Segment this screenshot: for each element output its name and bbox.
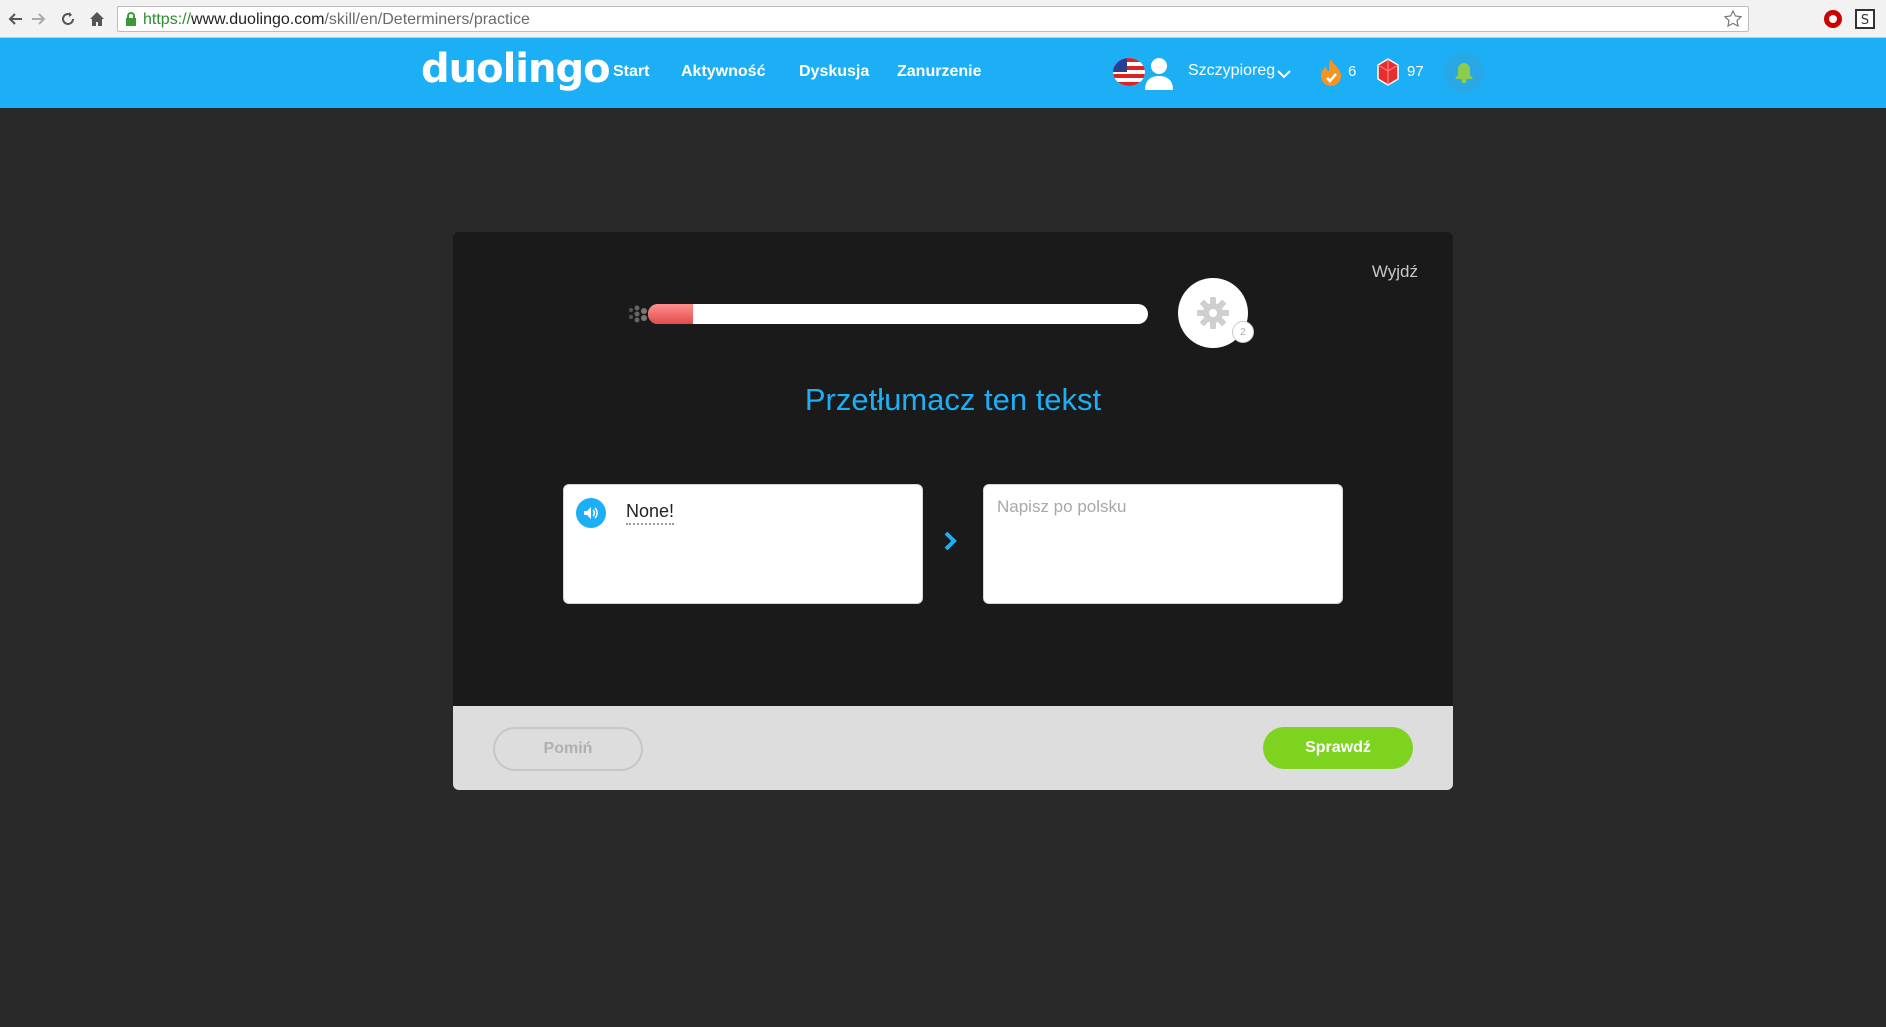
nav-discussion[interactable]: Dyskusja bbox=[799, 63, 869, 81]
chevron-down-icon[interactable] bbox=[1277, 66, 1291, 84]
reload-icon[interactable] bbox=[57, 8, 79, 30]
skip-button[interactable]: Pomiń bbox=[493, 727, 643, 771]
streak-count: 6 bbox=[1348, 63, 1357, 80]
svg-text:S: S bbox=[1861, 13, 1869, 28]
answer-input[interactable] bbox=[983, 484, 1343, 604]
lock-icon bbox=[125, 12, 137, 32]
address-bar[interactable]: https://www.duolingo.com/skill/en/Determ… bbox=[117, 6, 1749, 32]
extension-icon[interactable] bbox=[1822, 8, 1844, 30]
speaker-icon[interactable] bbox=[576, 498, 606, 528]
progress-bar bbox=[648, 304, 1148, 324]
check-button[interactable]: Sprawdź bbox=[1263, 727, 1413, 769]
exit-link[interactable]: Wyjdź bbox=[1372, 262, 1418, 282]
back-arrow-icon[interactable] bbox=[4, 8, 26, 30]
url-text: https://www.duolingo.com/skill/en/Determ… bbox=[143, 11, 530, 28]
star-icon[interactable] bbox=[1723, 9, 1743, 33]
prompt-title: Przetłumacz ten tekst bbox=[804, 382, 1102, 417]
flame-icon[interactable] bbox=[1318, 58, 1344, 91]
extension-icon[interactable]: S bbox=[1854, 8, 1876, 30]
chevron-right-icon bbox=[943, 530, 957, 557]
nav-immersion[interactable]: Zanurzenie bbox=[897, 63, 981, 81]
lingot-gem-icon[interactable] bbox=[1376, 58, 1400, 91]
site-header: duolingo Start Aktywność Dyskusja Zanurz… bbox=[0, 38, 1886, 108]
home-icon[interactable] bbox=[86, 8, 108, 30]
user-avatar-icon[interactable] bbox=[1143, 54, 1175, 90]
lesson-footer: Pomiń Sprawdź bbox=[453, 706, 1453, 790]
browser-toolbar: https://www.duolingo.com/skill/en/Determ… bbox=[0, 0, 1886, 38]
bell-icon[interactable] bbox=[1444, 53, 1484, 93]
progress-trail bbox=[627, 304, 649, 329]
nav-activity[interactable]: Aktywność bbox=[681, 63, 765, 81]
duolingo-logo[interactable]: duolingo bbox=[421, 46, 611, 92]
lesson-card: Wyjdź 2 Przetłumacz ten tekst None! Napi… bbox=[453, 232, 1453, 790]
gear-badge: 2 bbox=[1232, 321, 1254, 343]
us-flag-icon[interactable] bbox=[1113, 58, 1145, 86]
progress-fill bbox=[648, 304, 693, 324]
lingot-count: 97 bbox=[1407, 63, 1424, 80]
forward-arrow-icon[interactable] bbox=[28, 8, 50, 30]
username[interactable]: Szczypioreg bbox=[1188, 62, 1275, 80]
source-sentence[interactable]: None! bbox=[626, 501, 675, 525]
source-sentence-box: None! bbox=[563, 484, 923, 604]
nav-start[interactable]: Start bbox=[613, 63, 649, 81]
